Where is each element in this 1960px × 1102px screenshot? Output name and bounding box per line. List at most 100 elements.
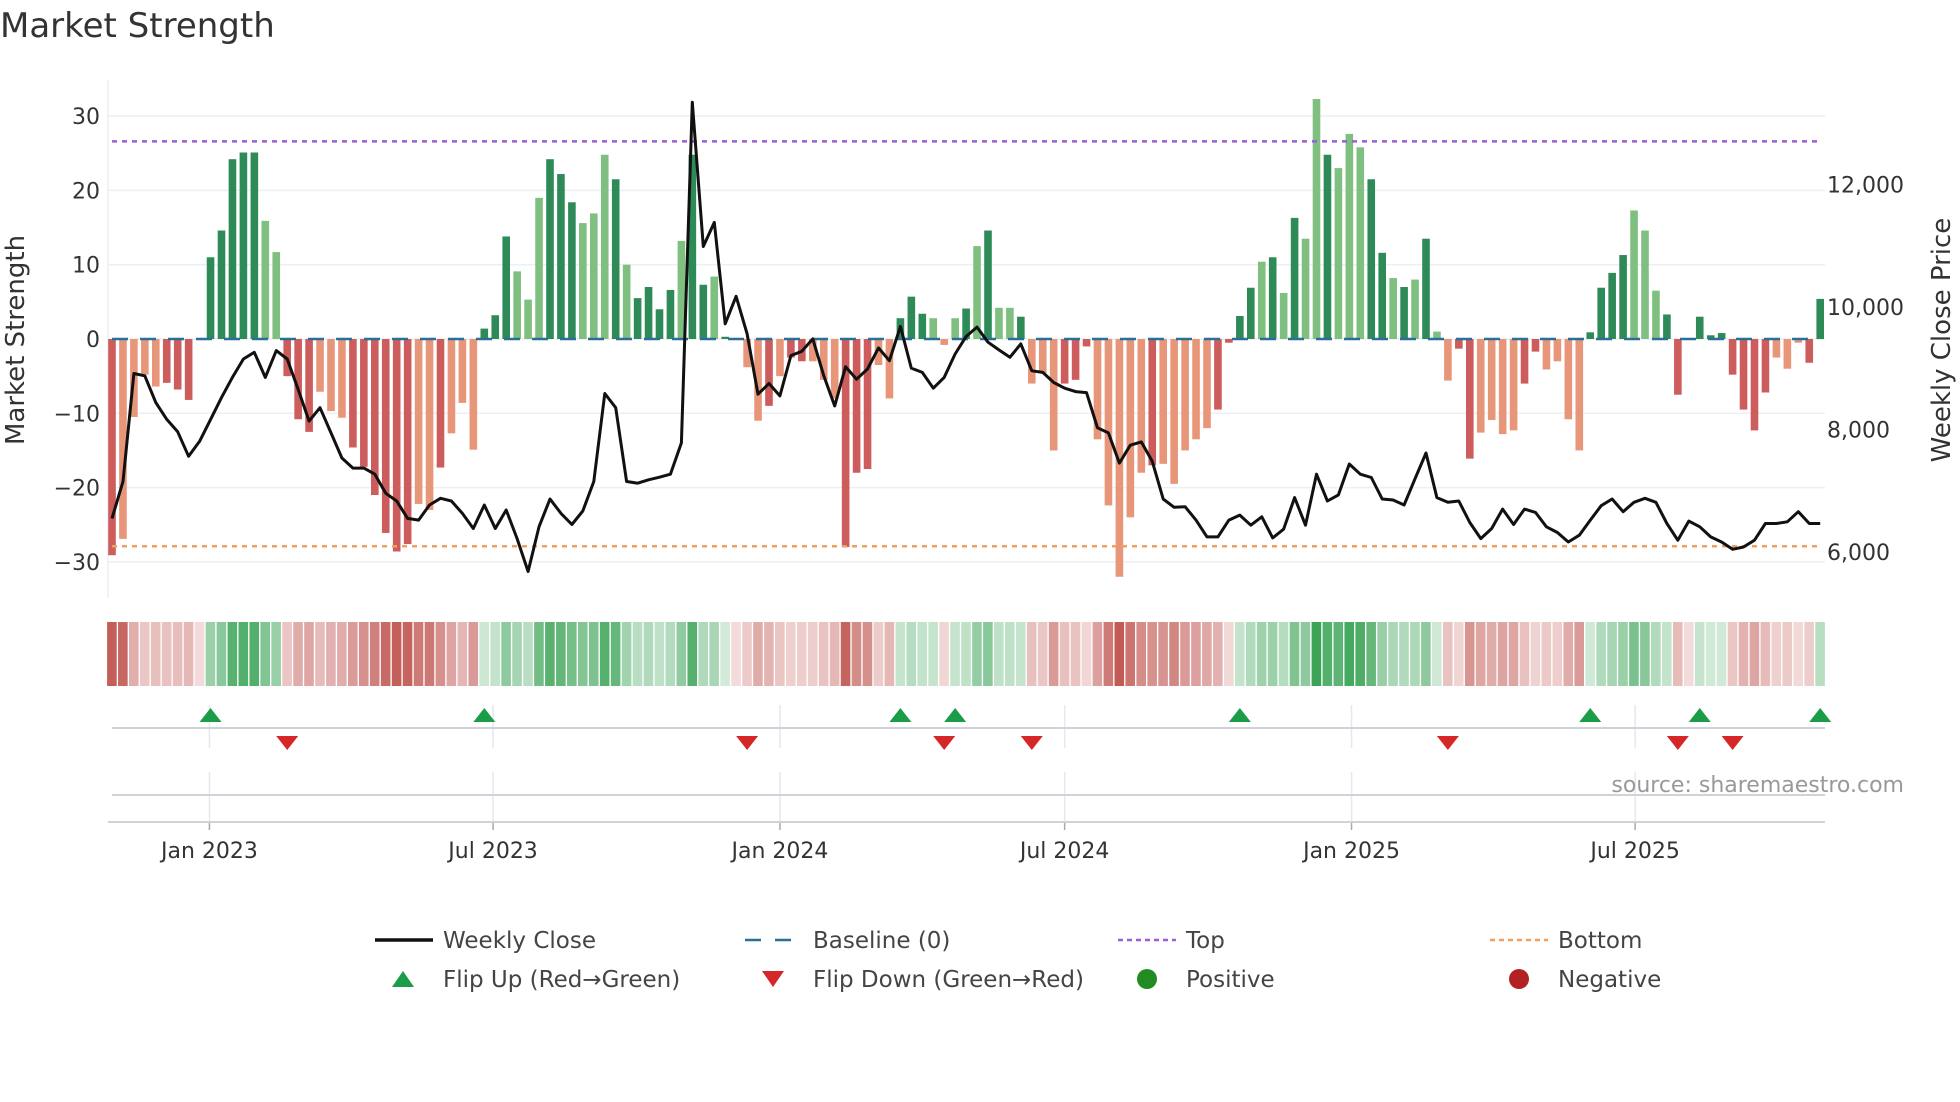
strength-bar: [929, 318, 938, 339]
heat-strip-cell: [753, 622, 763, 686]
heat-strip-cell: [1421, 622, 1431, 686]
heat-strip-cell: [1607, 622, 1617, 686]
strength-bar: [141, 339, 149, 375]
heat-strip-cell: [1366, 622, 1376, 686]
heat-strip-cell: [1191, 622, 1201, 686]
strength-bar: [1247, 287, 1255, 339]
strength-bar: [425, 339, 434, 510]
heat-strip-cell: [1399, 622, 1409, 686]
heat-strip-cell: [479, 622, 489, 686]
strength-bar: [1641, 230, 1649, 339]
heat-strip-cell: [457, 622, 468, 686]
strength-bar: [1006, 307, 1014, 339]
heat-strip-cell: [643, 622, 654, 686]
heat-strip-cell: [676, 622, 687, 686]
heat-strip-cell: [260, 622, 270, 686]
heat-strip-cell: [1103, 622, 1114, 686]
strength-bar: [1783, 339, 1792, 369]
heat-strip-cell: [687, 622, 698, 686]
strength-bar: [1597, 287, 1605, 339]
strength-bar: [1739, 339, 1748, 410]
strength-bar: [228, 159, 237, 339]
heat-strip-cell: [994, 622, 1004, 686]
strength-bar: [1334, 168, 1343, 339]
heat-strip-cell: [665, 622, 676, 686]
heat-strip-cell: [1574, 622, 1584, 686]
strength-bar: [338, 339, 346, 418]
heat-strip-cell: [709, 622, 719, 686]
strength-bar: [535, 197, 543, 339]
strength-bar: [108, 339, 116, 556]
heat-strip-cell: [1815, 622, 1825, 686]
heat-strip-cell: [358, 622, 369, 686]
heat-strip-cell: [1793, 622, 1803, 686]
strength-bar: [1312, 99, 1321, 339]
heat-strip-cell: [1508, 622, 1519, 686]
negative-dot-icon: [1509, 969, 1529, 989]
legend-item-negative: Negative: [1509, 967, 1661, 993]
strength-bar: [568, 202, 576, 339]
heat-strip-cell: [1015, 622, 1026, 686]
y-tick-label-left: 20: [72, 179, 100, 204]
strength-bar: [1444, 339, 1452, 381]
heat-strip-cell: [337, 622, 347, 686]
heat-strip-cell: [1037, 622, 1048, 686]
strength-bar: [1236, 315, 1244, 339]
heat-strip-cell: [249, 622, 260, 686]
x-tick-label: Jul 2024: [1018, 839, 1110, 864]
x-tick-label: Jan 2024: [729, 839, 828, 864]
heat-strip-cell: [775, 622, 785, 686]
heat-strip-cell: [1443, 622, 1453, 686]
strength-bar: [863, 339, 872, 470]
heat-strip-cell: [326, 622, 336, 686]
heat-strip-cell: [1760, 622, 1771, 686]
x-tick-label: Jul 2023: [446, 839, 538, 864]
x-tick-label: Jan 2023: [159, 839, 258, 864]
heat-strip-cell: [150, 622, 161, 686]
strength-bar: [622, 264, 631, 339]
strength-bar: [469, 339, 478, 450]
strength-bar: [1509, 339, 1518, 431]
heat-strip-cell: [1629, 622, 1639, 686]
heat-strip-cell: [1136, 622, 1146, 686]
strength-bar: [907, 296, 916, 339]
heat-strip-cell: [961, 622, 971, 686]
strength-bar: [1575, 339, 1584, 451]
flip-down-icon: [762, 971, 784, 987]
heat-strip-cell: [1618, 622, 1628, 686]
heat-strip-cell: [413, 622, 424, 686]
heat-strip-cell: [534, 622, 544, 686]
heat-strip-cell: [293, 622, 303, 686]
flip-down-marker: [1020, 736, 1043, 750]
strength-bar: [1674, 339, 1682, 395]
heat-strip-cell: [764, 622, 774, 686]
strength-bar: [1225, 339, 1233, 343]
flip-up-marker: [473, 708, 496, 722]
strength-bar: [1422, 238, 1430, 339]
heat-strip-cell: [369, 622, 380, 686]
heat-strip-cell: [1026, 622, 1037, 686]
heat-strip-cell: [1432, 622, 1442, 686]
strength-bar: [1531, 339, 1540, 352]
heat-strip-cell: [1147, 622, 1157, 686]
heat-strip-cell: [1519, 622, 1530, 686]
heat-strip-cell: [1092, 622, 1103, 686]
strength-bar: [1487, 339, 1496, 420]
heat-strip-cell: [1694, 622, 1705, 686]
heat-strip-cell: [1453, 622, 1464, 686]
heat-strip-cell: [1640, 622, 1650, 686]
strength-bar: [546, 159, 554, 339]
strength-bar: [1476, 339, 1485, 433]
flip-down-marker: [1666, 736, 1689, 750]
strength-bar: [1389, 278, 1397, 339]
flip-up-marker: [944, 708, 967, 722]
heat-strip-cell: [1158, 622, 1168, 686]
strength-bar: [1542, 339, 1551, 370]
flip-down-marker: [933, 736, 956, 750]
strength-bar: [1290, 217, 1299, 339]
strength-bar: [1038, 339, 1047, 374]
heat-strip-cell: [1683, 622, 1694, 686]
strength-bar: [349, 339, 357, 448]
strength-bar: [1126, 339, 1135, 518]
heat-strip-cell: [1738, 622, 1749, 686]
